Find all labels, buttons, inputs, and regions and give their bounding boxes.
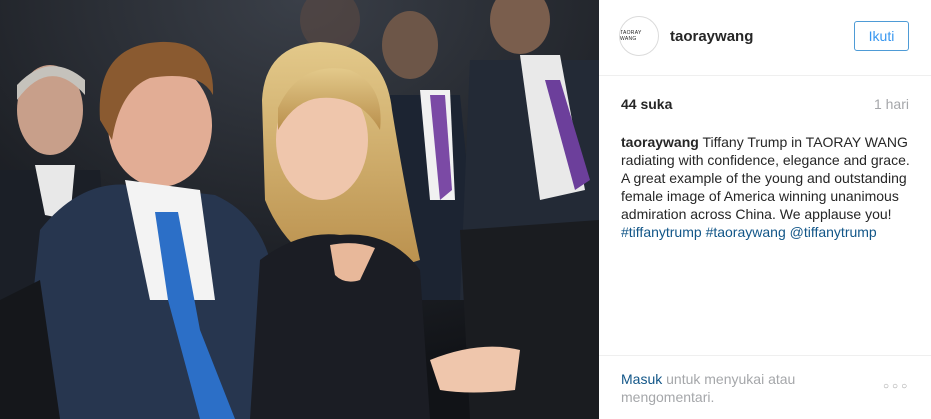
ellipsis-icon[interactable]: ○○○ xyxy=(883,381,910,392)
post-time[interactable]: 1 hari xyxy=(874,96,909,112)
post-footer: Masuk untuk menyukai atau mengomentari. … xyxy=(599,355,931,419)
avatar-logo-text: TAORAY WANG xyxy=(620,30,642,42)
hashtag-taoraywang[interactable]: #taoraywang xyxy=(706,224,786,240)
likes-row: 44 suka 1 hari xyxy=(621,96,909,114)
login-prompt: Masuk untuk menyukai atau mengomentari. xyxy=(621,370,851,406)
post-caption: taoraywang Tiffany Trump in TAORAY WANG … xyxy=(621,133,911,241)
login-link[interactable]: Masuk xyxy=(621,371,662,387)
follow-button[interactable]: Ikuti xyxy=(854,21,909,51)
hashtag-tiffanytrump[interactable]: #tiffanytrump xyxy=(621,224,702,240)
post-header: TAORAY WANG taoraywang Ikuti xyxy=(599,0,931,76)
avatar[interactable]: TAORAY WANG xyxy=(619,16,659,56)
post-sidebar: TAORAY WANG taoraywang Ikuti 44 suka 1 h… xyxy=(599,0,931,419)
likes-count[interactable]: 44 suka xyxy=(621,96,672,112)
post-username[interactable]: taoraywang xyxy=(670,28,753,45)
mention-tiffanytrump[interactable]: @tiffanytrump xyxy=(790,224,877,240)
caption-username[interactable]: taoraywang xyxy=(621,134,699,150)
post-photo-illustration xyxy=(0,0,599,419)
post-photo[interactable] xyxy=(0,0,599,419)
